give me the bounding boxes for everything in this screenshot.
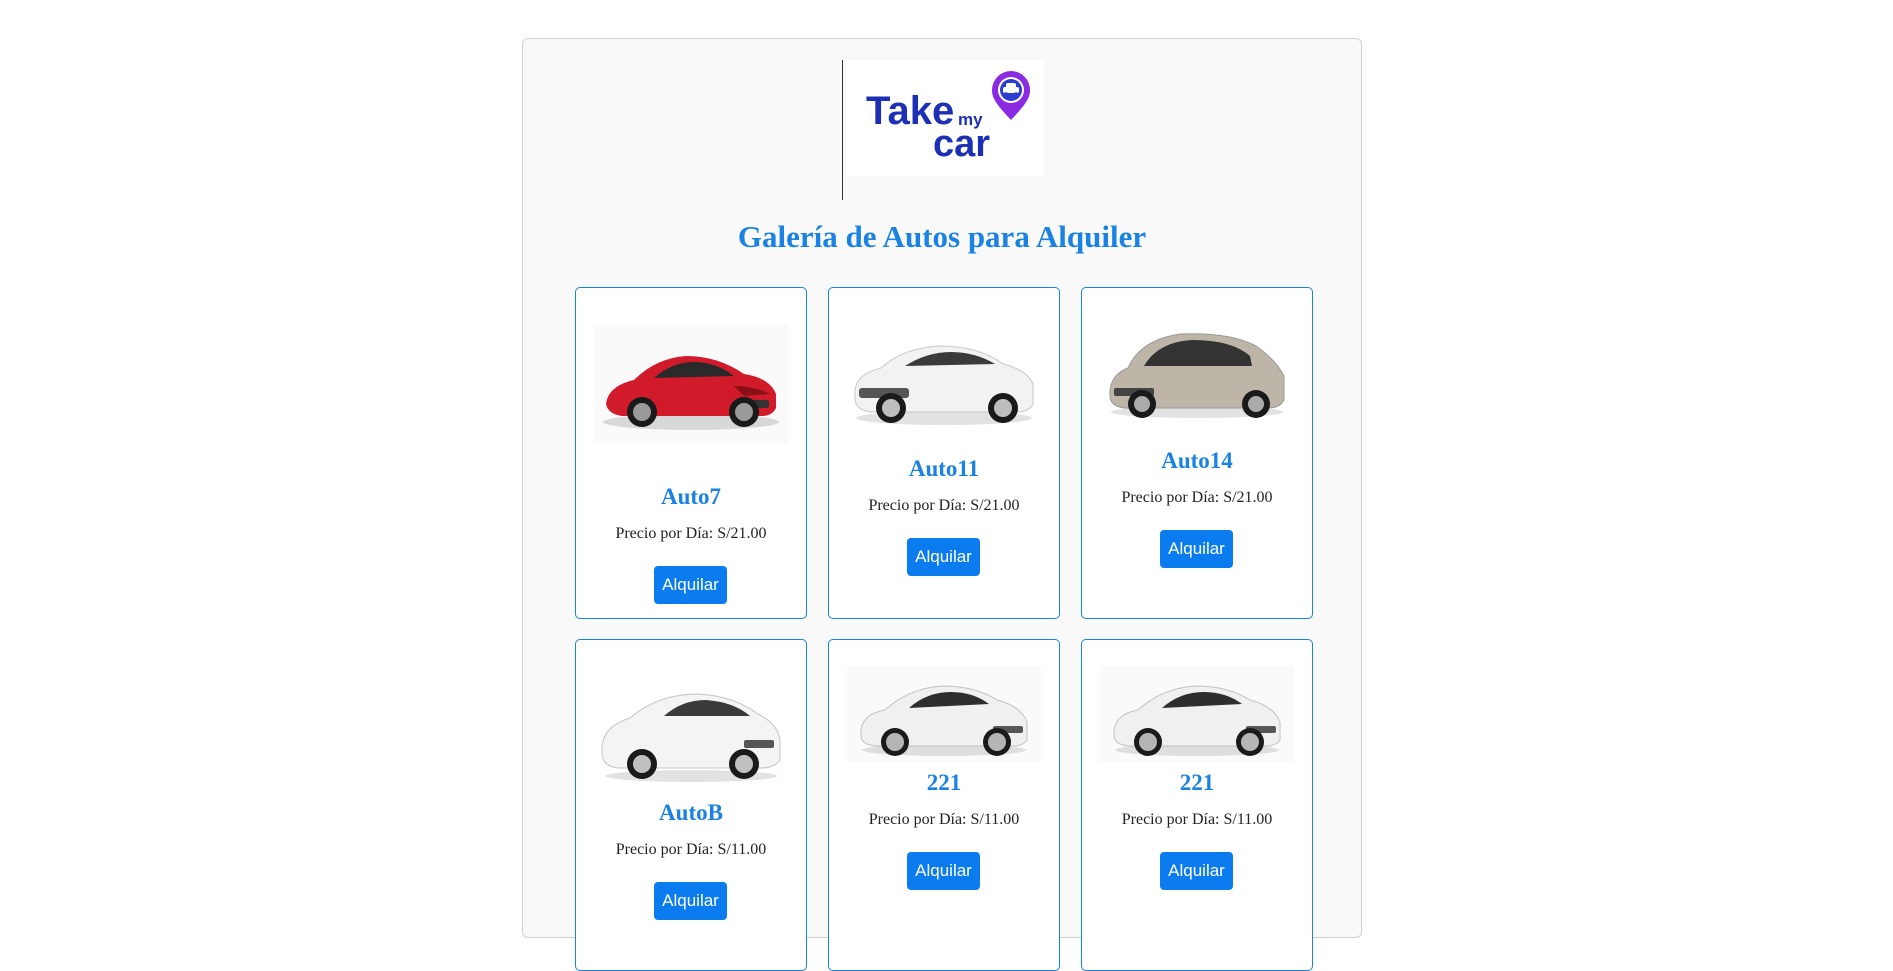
rent-button[interactable]: Alquilar <box>1160 530 1233 568</box>
car-price: Precio por Día: S/21.00 <box>868 497 1020 514</box>
take-my-car-logo: Take my car <box>846 60 1044 176</box>
gallery-container: Take my car Galería de Autos para Alquil… <box>522 38 1362 971</box>
svg-text:car: car <box>933 123 990 165</box>
rent-button[interactable]: Alquilar <box>1160 852 1233 890</box>
car-card: Auto7 Precio por Día: S/21.00 Alquilar <box>575 287 807 619</box>
logo-divider <box>842 60 843 200</box>
rent-button[interactable]: Alquilar <box>654 566 727 604</box>
car-card: Auto11 Precio por Día: S/21.00 Alquilar <box>828 287 1060 619</box>
rent-button[interactable]: Alquilar <box>907 538 980 576</box>
rent-button[interactable]: Alquilar <box>907 852 980 890</box>
car-card: AutoB Precio por Día: S/11.00 Alquilar <box>575 639 807 971</box>
car-name: Auto7 <box>660 484 722 509</box>
white-sedan-image <box>854 345 1034 425</box>
car-price: Precio por Día: S/11.00 <box>615 841 767 858</box>
red-sports-car-image <box>594 324 788 444</box>
car-name: 221 <box>926 770 962 795</box>
grey-hatchback-image <box>1109 333 1285 418</box>
silver-coupe-image <box>1100 666 1294 762</box>
page-title: Galería de Autos para Alquiler <box>737 219 1147 254</box>
rent-button[interactable]: Alquilar <box>654 882 727 920</box>
car-name: Auto11 <box>908 456 980 481</box>
car-price: Precio por Día: S/11.00 <box>1121 811 1273 828</box>
car-card: 221 Precio por Día: S/11.00 Alquilar <box>828 639 1060 971</box>
car-card: 221 Precio por Día: S/11.00 Alquilar <box>1081 639 1313 971</box>
car-price: Precio por Día: S/11.00 <box>868 811 1020 828</box>
silver-coupe-image <box>847 666 1041 762</box>
car-price: Precio por Día: S/21.00 <box>615 525 767 542</box>
car-name: AutoB <box>659 800 723 825</box>
car-name: Auto14 <box>1161 448 1233 473</box>
car-price: Precio por Día: S/21.00 <box>1121 489 1273 506</box>
car-card: Auto14 Precio por Día: S/21.00 Alquilar <box>1081 287 1313 619</box>
white-hatchback-image <box>601 693 781 782</box>
car-name: 221 <box>1179 770 1215 795</box>
